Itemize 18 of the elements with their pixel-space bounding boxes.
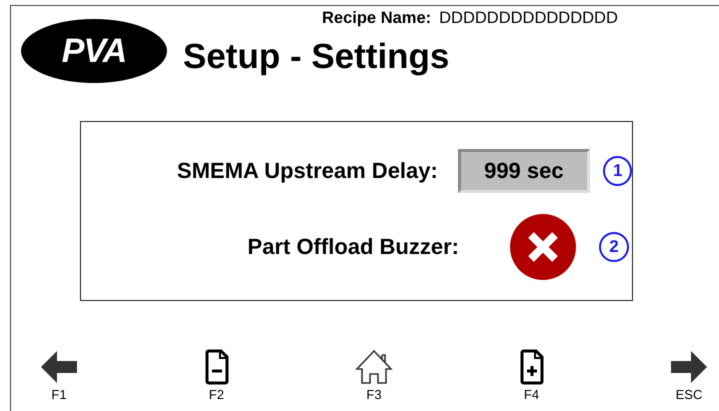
key-label: F3 bbox=[366, 387, 382, 402]
number-badge: 2 bbox=[599, 232, 629, 262]
home-icon[interactable] bbox=[354, 349, 394, 385]
right-arrow-icon[interactable] bbox=[669, 349, 709, 385]
recipe-name: DDDDDDDDDDDDDDD bbox=[439, 9, 618, 28]
key-label: F1 bbox=[51, 387, 67, 402]
key-label: F4 bbox=[524, 387, 540, 402]
value-field[interactable]: 999 sec bbox=[458, 149, 590, 193]
recipe-label: Recipe Name: bbox=[322, 9, 432, 28]
key-label: ESC bbox=[676, 387, 702, 402]
setting-label: SMEMA Upstream Delay: bbox=[176, 158, 438, 184]
logo-badge: PVA bbox=[21, 19, 167, 83]
number-badge: 1 bbox=[603, 156, 632, 186]
key-label: F2 bbox=[208, 387, 224, 402]
setting-label: Part Offload Buzzer: bbox=[246, 234, 459, 260]
left-arrow-icon[interactable] bbox=[39, 349, 79, 385]
screen-title: Setup - Settings bbox=[183, 37, 450, 77]
cross-icon[interactable] bbox=[510, 214, 576, 280]
